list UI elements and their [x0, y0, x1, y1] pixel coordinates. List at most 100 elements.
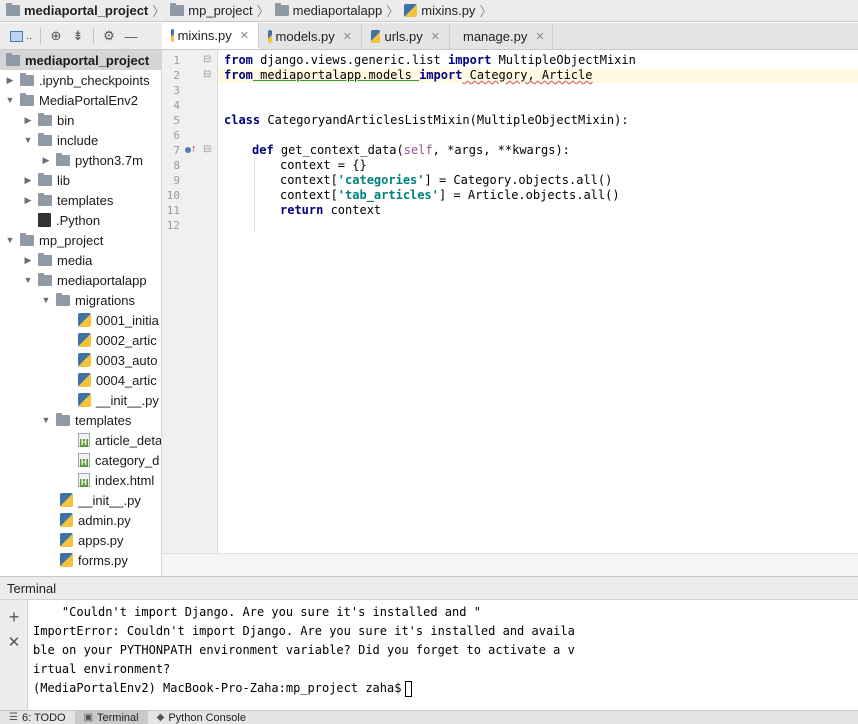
tree-item[interactable]: admin.py	[0, 510, 161, 530]
breadcrumb-item-project[interactable]: mediaportal_project	[6, 3, 148, 18]
tab-models[interactable]: models.py ✕	[259, 23, 362, 49]
html-file-icon	[78, 453, 90, 467]
terminal-line: ImportError: Couldn't import Django. Are…	[33, 624, 575, 638]
tree-item[interactable]: ▶ bin	[0, 110, 161, 130]
folder-icon	[38, 252, 52, 266]
tree-item[interactable]: .Python	[0, 210, 161, 230]
terminal-prompt: (MediaPortalEnv2) MacBook-Pro-Zaha:mp_pr…	[33, 679, 413, 698]
hide-icon[interactable]: —	[120, 25, 142, 47]
folder-icon	[6, 52, 20, 66]
python-file-icon	[171, 28, 174, 42]
project-view-icon[interactable]: ..	[6, 25, 36, 47]
expand-arrow-icon[interactable]: ▶	[4, 75, 16, 86]
tree-item[interactable]: 0004_artic	[0, 370, 161, 390]
locate-icon[interactable]: ⊕	[45, 25, 67, 47]
expand-arrow-icon[interactable]: ▶	[22, 255, 34, 266]
tree-item[interactable]: forms.py	[0, 550, 161, 570]
expand-arrow-icon[interactable]: ▶	[22, 175, 34, 186]
line-number: 12	[166, 219, 180, 232]
tree-item[interactable]: ▼ MediaPortalEnv2	[0, 90, 161, 110]
folder-icon	[38, 192, 52, 206]
python-console-button[interactable]: ◆ Python Console	[148, 711, 255, 724]
navigation-breadcrumb: mediaportal_project 〉 mp_project 〉 media…	[0, 0, 858, 22]
terminal-header: Terminal	[0, 576, 858, 600]
collapse-arrow-icon[interactable]: ▼	[22, 135, 34, 145]
chevron-right-icon: 〉	[479, 4, 493, 19]
tree-item[interactable]: ▼ include	[0, 130, 161, 150]
tree-item[interactable]: ▼ mp_project	[0, 230, 161, 250]
toolbar-divider	[93, 28, 94, 44]
toolbar-divider	[40, 28, 41, 44]
close-icon[interactable]: ✕	[5, 634, 23, 652]
todo-button[interactable]: ☰ 6: TODO	[0, 711, 75, 724]
collapse-arrow-icon[interactable]: ▼	[22, 275, 34, 285]
line-number: 4	[173, 99, 180, 112]
folder-icon	[170, 3, 185, 16]
line-number: 6	[173, 129, 180, 142]
tab-urls[interactable]: urls.py ✕	[362, 23, 450, 49]
gear-icon[interactable]: ⚙	[98, 25, 120, 47]
python-file-icon	[404, 4, 418, 17]
collapse-arrow-icon[interactable]: ▼	[4, 235, 16, 245]
tree-item[interactable]: ▶ media	[0, 250, 161, 270]
tree-item[interactable]: apps.py	[0, 530, 161, 550]
terminal-line: ble on your PYTHONPATH environment varia…	[33, 643, 575, 657]
collapse-icon[interactable]: ⇟	[67, 25, 89, 47]
tree-item[interactable]: ▶ .ipynb_checkpoints	[0, 70, 161, 90]
terminal-output[interactable]: "Couldn't import Django. Are you sure it…	[28, 600, 858, 710]
chevron-right-icon: 〉	[256, 4, 270, 19]
fold-icon[interactable]: ⊟	[203, 144, 211, 155]
expand-arrow-icon[interactable]: ▶	[40, 155, 52, 166]
indent-guide	[254, 158, 255, 232]
fold-icon[interactable]: ⊟	[203, 54, 211, 65]
tab-mixins[interactable]: mixins.py ✕	[162, 23, 259, 49]
tree-item[interactable]: 0001_initia	[0, 310, 161, 330]
code-editor[interactable]: from django.views.generic.list import Mu…	[218, 50, 858, 553]
project-tree: mediaportal_project ▶ .ipynb_checkpoints …	[0, 50, 162, 576]
python-file-icon	[60, 553, 73, 567]
tree-item[interactable]: ▶ lib	[0, 170, 161, 190]
tree-item[interactable]: ▼ templates	[0, 410, 161, 430]
tree-item[interactable]: article_deta	[0, 430, 161, 450]
tree-item[interactable]: ▶ templates	[0, 190, 161, 210]
tree-item-root[interactable]: mediaportal_project	[0, 50, 161, 70]
expand-arrow-icon[interactable]: ▶	[22, 195, 34, 206]
folder-icon	[274, 3, 289, 16]
line-number: 9	[173, 174, 180, 187]
fold-icon[interactable]: ⊟	[203, 69, 211, 80]
editor-footer	[162, 553, 858, 576]
tree-item[interactable]: ▶ python3.7m	[0, 150, 161, 170]
folder-icon	[38, 172, 52, 186]
tree-item[interactable]: ▼ mediaportalapp	[0, 270, 161, 290]
collapse-arrow-icon[interactable]: ▼	[4, 95, 16, 105]
add-icon[interactable]: +	[5, 608, 23, 626]
tree-item[interactable]: index.html	[0, 470, 161, 490]
python-file-icon	[78, 313, 91, 327]
python-file-icon	[371, 29, 381, 43]
close-icon[interactable]: ✕	[240, 29, 249, 42]
editor-tabs: mixins.py ✕ models.py ✕ urls.py ✕ manage…	[162, 23, 858, 50]
line-number: 8	[173, 159, 180, 172]
expand-arrow-icon[interactable]: ▶	[22, 115, 34, 126]
terminal-cursor	[405, 680, 413, 697]
tree-item[interactable]: 0002_artic	[0, 330, 161, 350]
tree-item[interactable]: __init__.py	[0, 490, 161, 510]
tree-item[interactable]: category_d	[0, 450, 161, 470]
breadcrumb-item-mediaportalapp[interactable]: mediaportalapp	[274, 3, 382, 18]
python-file-icon	[60, 533, 73, 547]
tree-item[interactable]: ▼ migrations	[0, 290, 161, 310]
tree-item[interactable]: __init__.py	[0, 390, 161, 410]
folder-icon	[56, 152, 70, 166]
override-marker-icon[interactable]: ↑	[191, 143, 197, 155]
breadcrumb-item-mp-project[interactable]: mp_project	[170, 3, 253, 18]
close-icon[interactable]: ✕	[343, 30, 352, 43]
terminal-button[interactable]: ▣ Terminal	[74, 710, 148, 724]
collapse-arrow-icon[interactable]: ▼	[40, 415, 52, 425]
collapse-arrow-icon[interactable]: ▼	[40, 295, 52, 305]
close-icon[interactable]: ✕	[431, 30, 440, 43]
tab-manage[interactable]: manage.py ✕	[450, 23, 553, 49]
breadcrumb-item-file[interactable]: mixins.py	[404, 3, 475, 18]
close-icon[interactable]: ✕	[535, 30, 544, 43]
tree-item[interactable]: 0003_auto	[0, 350, 161, 370]
python-file-icon	[78, 393, 91, 407]
